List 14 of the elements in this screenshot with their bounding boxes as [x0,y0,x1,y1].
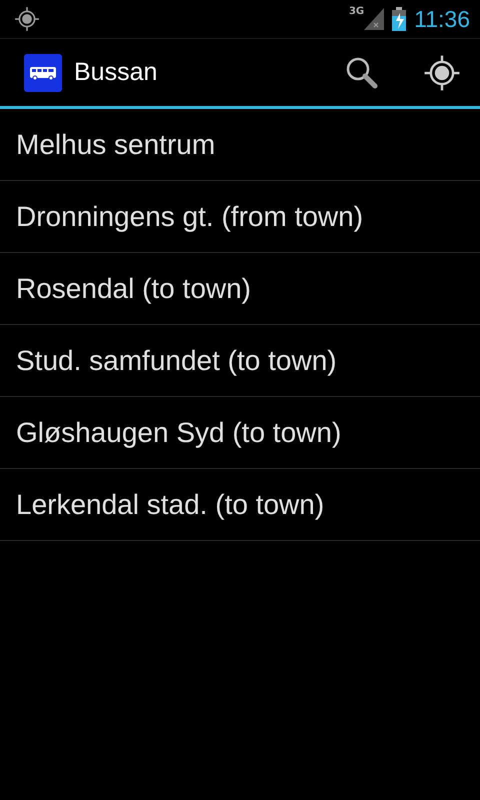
network-type: 3G [348,6,364,17]
clock: 11:36 [414,6,470,32]
battery-charging-icon [392,7,406,31]
stop-item[interactable]: Dronningens gt. (from town) [0,181,480,253]
stop-item[interactable]: Melhus sentrum [0,109,480,181]
stop-item[interactable]: Lerkendal stad. (to town) [0,469,480,541]
signal-icon [364,8,384,30]
stop-item[interactable]: Gløshaugen Syd (to town) [0,397,480,469]
location-icon [14,6,40,32]
stop-item[interactable]: Stud. samfundet (to town) [0,325,480,397]
location-icon [423,54,461,92]
stop-item[interactable]: Rosendal (to town) [0,253,480,325]
app-title: Bussan [74,58,158,87]
bus-app-icon[interactable] [24,54,62,92]
